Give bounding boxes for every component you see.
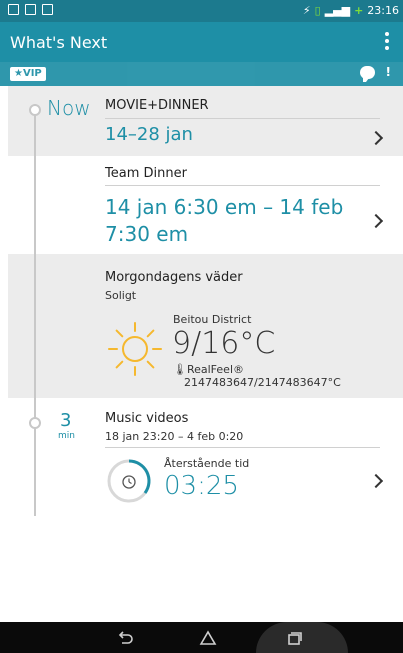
event-time-line1: 14 jan 6:30 em – 14 feb xyxy=(105,195,344,219)
weather-location: Beitou District xyxy=(173,313,252,326)
timeline-dot-now xyxy=(29,104,41,116)
timeline-dot-upcoming xyxy=(29,417,41,429)
event-title: MOVIE+DINNER xyxy=(105,98,209,113)
mute-icon: ⚡ xyxy=(302,4,311,17)
weather-condition: Soligt xyxy=(105,289,137,302)
home-icon[interactable] xyxy=(198,628,218,648)
signal-icon: ▂▄▆ xyxy=(324,4,351,17)
minutes-count: 3 xyxy=(60,410,72,431)
chat-icon[interactable] xyxy=(360,66,375,82)
notification-badge: ! xyxy=(385,65,391,79)
status-bar: ⚡ ▯ ▂▄▆ + 23:16 xyxy=(0,0,403,22)
recent-apps-icon[interactable] xyxy=(284,628,304,648)
countdown-ring xyxy=(107,459,151,503)
realfeel-value: 2147483647/2147483647°C xyxy=(184,376,341,389)
now-label: Now xyxy=(47,96,91,120)
divider xyxy=(105,185,380,186)
back-icon[interactable] xyxy=(115,628,135,648)
event-title: Team Dinner xyxy=(105,166,187,181)
realfeel-label: 🌡RealFeel® xyxy=(173,363,244,376)
battery-icon: + xyxy=(354,4,364,17)
realfeel-text: RealFeel® xyxy=(186,363,244,376)
sun-icon xyxy=(108,322,162,376)
navigation-bar xyxy=(0,622,403,653)
event-time: 14–28 jan xyxy=(105,124,193,145)
status-right-icons: ⚡ ▯ ▂▄▆ + 23:16 xyxy=(303,4,399,17)
minutes-unit: min xyxy=(58,431,75,441)
sim-icon: ▯ xyxy=(314,4,321,17)
image-notification-icon xyxy=(8,4,19,15)
alarm-clock-icon xyxy=(122,475,136,489)
timeline-line xyxy=(34,104,36,516)
temperature: 9/16°C xyxy=(172,326,276,361)
app-bar: What's Next xyxy=(0,22,403,62)
thermometer-icon: 🌡 xyxy=(173,363,187,376)
event-time-line2: 7:30 em xyxy=(105,222,189,246)
status-left-icons xyxy=(8,4,53,15)
remaining-time: 03:25 xyxy=(164,471,239,501)
weather-title: Morgondagens väder xyxy=(105,270,243,285)
app-title: What's Next xyxy=(10,33,108,52)
event-time: 18 jan 23:20 – 4 feb 0:20 xyxy=(105,430,244,443)
sub-bar: ★VIP ! xyxy=(0,62,403,86)
message-notification-icon xyxy=(42,4,53,15)
remaining-label: Återstående tid xyxy=(164,457,250,470)
event-title: Music videos xyxy=(105,411,189,426)
status-time: 23:16 xyxy=(367,4,399,17)
divider xyxy=(105,447,380,448)
file-notification-icon xyxy=(25,4,36,15)
divider xyxy=(105,118,380,119)
overflow-menu-icon[interactable] xyxy=(385,32,389,50)
vip-badge[interactable]: ★VIP xyxy=(10,67,46,81)
